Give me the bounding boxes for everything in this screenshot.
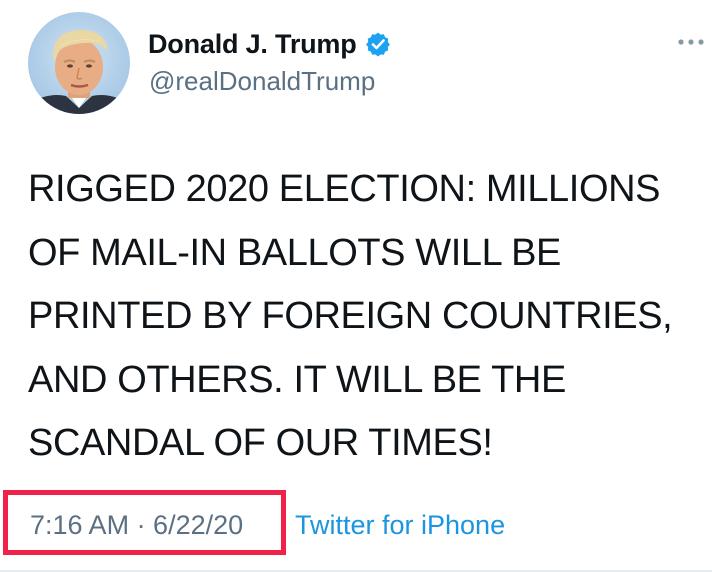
tweet-meta: 7:16 AM · 6/22/20 Twitter for iPhone: [0, 486, 712, 566]
tweet-text: RIGGED 2020 ELECTION: MILLIONS OF MAIL-I…: [28, 158, 708, 476]
tweet-card: Donald J. Trump @realDonaldTrump RIGGED …: [0, 0, 712, 572]
timestamp-link[interactable]: 7:16 AM · 6/22/20: [30, 510, 243, 541]
author-name-row[interactable]: Donald J. Trump: [148, 26, 391, 62]
verified-badge-icon: [365, 31, 391, 57]
tweet-text-line: SCANDAL OF OUR TIMES!: [28, 422, 493, 464]
author-handle[interactable]: @realDonaldTrump: [149, 66, 375, 97]
display-name[interactable]: Donald J. Trump: [148, 29, 357, 60]
tweet-text-line: OF MAIL-IN BALLOTS WILL BE: [28, 231, 561, 274]
tweet-text-line: PRINTED BY FOREIGN COUNTRIES,: [28, 295, 673, 337]
avatar[interactable]: [28, 12, 130, 114]
more-options-icon[interactable]: [676, 32, 706, 52]
avatar-portrait-icon: [28, 29, 130, 114]
source-link[interactable]: Twitter for iPhone: [295, 510, 505, 541]
tweet-text-line: RIGGED 2020 ELECTION: MILLIONS: [28, 168, 661, 210]
tweet-text-line: AND OTHERS. IT WILL BE THE: [28, 358, 566, 401]
